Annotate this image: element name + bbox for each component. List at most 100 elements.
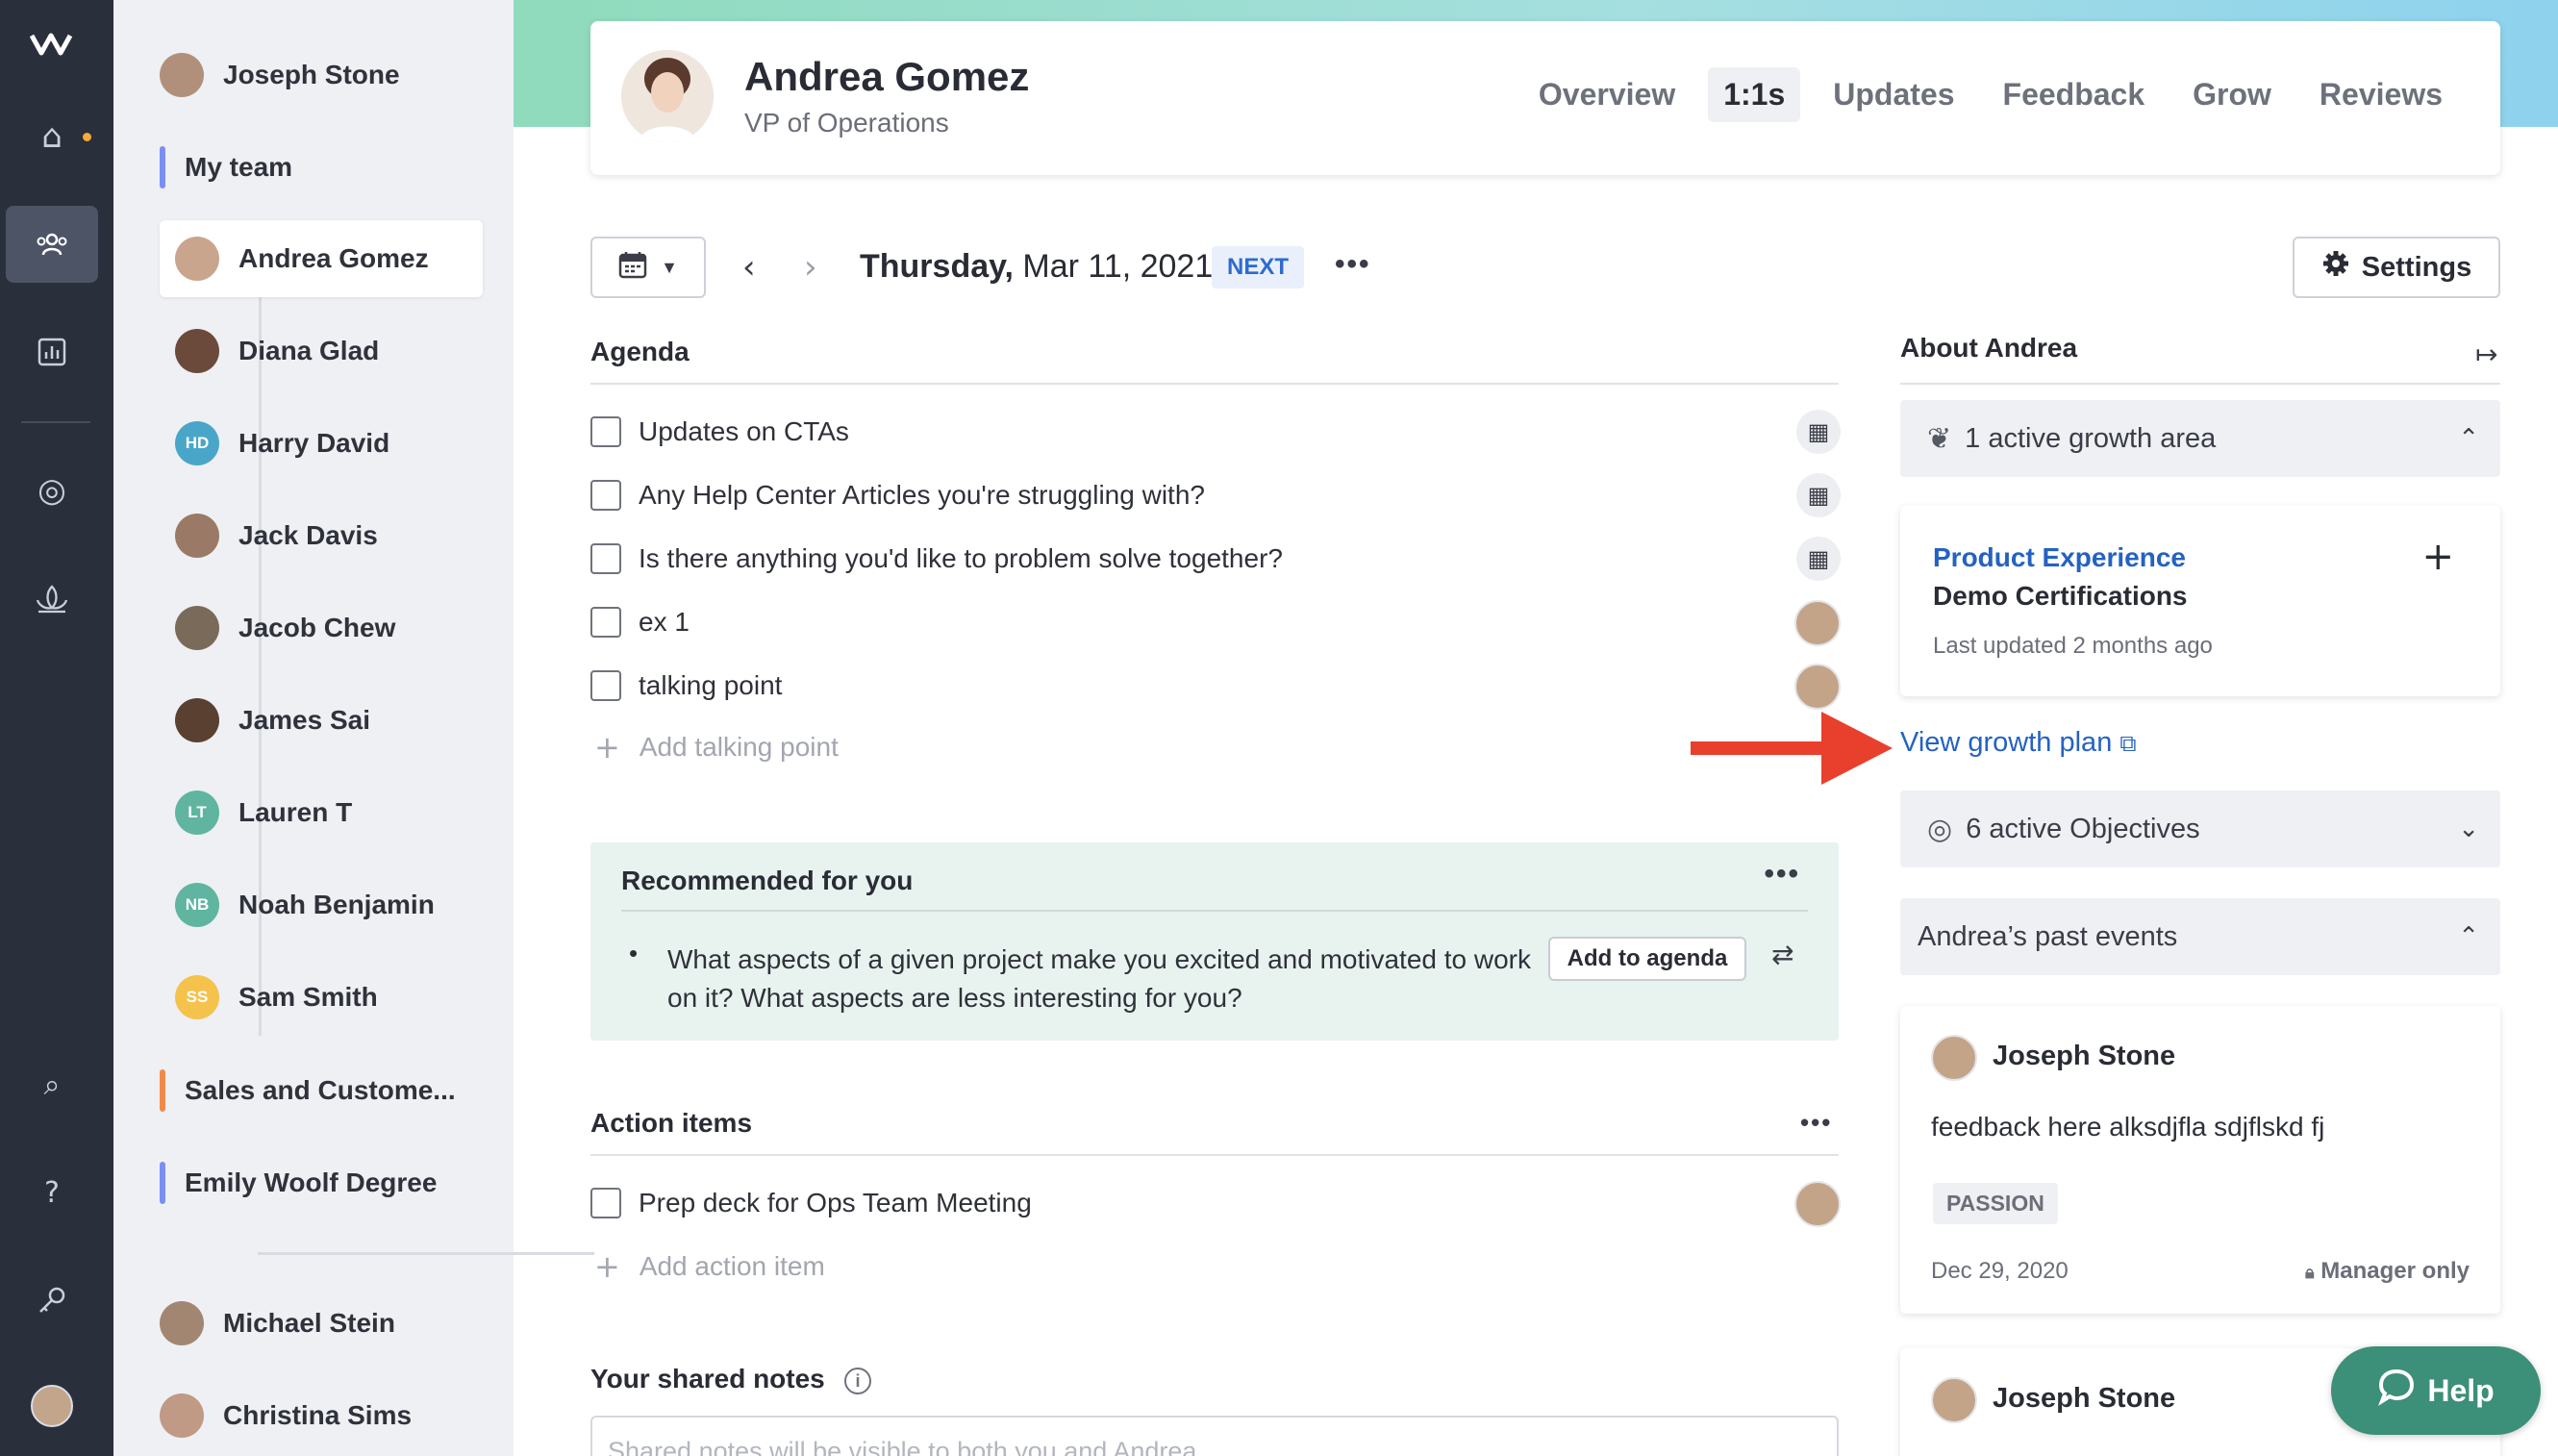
agenda-checkbox[interactable] (590, 670, 621, 701)
add-to-agenda-button[interactable]: Add to agenda (1548, 937, 1746, 981)
avatar (175, 237, 219, 281)
sidebar-item-team-member[interactable]: SS Sam Smith (113, 963, 514, 1032)
agenda-checkbox[interactable] (590, 416, 621, 447)
sidebar-item-label: Noah Benjamin (238, 890, 435, 919)
agenda-item[interactable]: talking point (590, 662, 1841, 710)
growth-area-header: 1 active growth area (1965, 422, 2217, 454)
tab-grow[interactable]: Grow (2177, 67, 2287, 122)
add-growth-button[interactable]: + (2421, 535, 2454, 579)
sidebar-item-sales-group[interactable]: Sales and Custome... (113, 1056, 514, 1125)
agenda-item[interactable]: Updates on CTAs ▦ (590, 408, 1841, 456)
agenda-item-text: ex 1 (639, 607, 690, 637)
sidebar-item-my-team[interactable]: My team (113, 133, 514, 202)
sidebar-item-label: Emily Woolf Degree (185, 1167, 438, 1197)
sidebar-item-team-member[interactable]: Jack Davis (113, 501, 514, 570)
growth-updated: Last updated 2 months ago (1933, 633, 2213, 659)
company-icon: ▦ (1796, 473, 1841, 517)
sidebar-item-team-member[interactable]: LT Lauren T (113, 778, 514, 847)
add-talking-point-button[interactable]: + Add talking point (590, 729, 839, 766)
sidebar-divider (258, 1252, 594, 1255)
tab-reviews[interactable]: Reviews (2304, 67, 2458, 122)
sidebar-item-team-member[interactable]: HD Harry David (113, 409, 514, 478)
sidebar-item-team-member[interactable]: NB Noah Benjamin (113, 870, 514, 940)
sidebar-item-christina-sims[interactable]: Christina Sims (113, 1381, 514, 1450)
key-icon[interactable] (6, 1262, 98, 1339)
next-date-button[interactable]: › (804, 248, 817, 287)
analytics-icon[interactable] (6, 314, 98, 390)
past-events-accordion[interactable]: Andrea’s past events ⌃ (1900, 898, 2500, 975)
recommended-more-button[interactable]: ••• (1764, 858, 1800, 891)
sidebar-item-team-member[interactable]: Andrea Gomez (113, 224, 514, 293)
shared-notes-input[interactable]: Shared notes will be visible to both you… (590, 1416, 1839, 1456)
sidebar-item-label: Jacob Chew (238, 613, 396, 642)
help-button[interactable]: Help (2331, 1346, 2541, 1435)
growth-area-accordion[interactable]: ❦ 1 active growth area ⌃ (1900, 400, 2500, 477)
action-items-more-button[interactable]: ••• (1800, 1108, 1832, 1138)
tab-updates[interactable]: Updates (1818, 67, 1969, 122)
avatar (160, 1393, 204, 1438)
growth-category[interactable]: Product Experience (1933, 542, 2186, 573)
tab-feedback[interactable]: Feedback (1988, 67, 2161, 122)
refresh-icon[interactable]: ⇄ (1771, 939, 1793, 970)
avatar (1794, 664, 1841, 710)
profile-name: Andrea Gomez (744, 54, 1030, 99)
annotation-arrow (1691, 712, 1893, 785)
tab-overview[interactable]: Overview (1523, 67, 1691, 122)
agenda-item-text: Is there anything you'd like to problem … (639, 543, 1283, 573)
add-talking-point-label: Add talking point (639, 732, 839, 762)
avatar: LT (175, 791, 219, 835)
help-icon[interactable]: ? (6, 1154, 98, 1231)
sidebar-item-team-member[interactable]: Jacob Chew (113, 593, 514, 663)
about-divider (1900, 383, 2500, 385)
collapse-panel-icon[interactable]: ↦ (2475, 339, 2497, 370)
external-link-icon: ⧉ (2119, 730, 2137, 757)
agenda-checkbox[interactable] (590, 480, 621, 511)
sidebar-item-me[interactable]: Joseph Stone (113, 40, 514, 110)
user-avatar[interactable] (31, 1385, 73, 1427)
growth-icon[interactable] (6, 560, 98, 637)
agenda-item-text: talking point (639, 670, 783, 700)
settings-button[interactable]: Settings (2293, 237, 2500, 298)
more-options-button[interactable]: ••• (1335, 248, 1371, 281)
help-label: Help (2427, 1372, 2495, 1408)
event-author: Joseph Stone (1993, 1041, 2176, 1071)
event-card[interactable]: Joseph Stone feedback here alksdjfla sdj… (1900, 1006, 2500, 1314)
calendar-button[interactable]: ▼ (590, 237, 706, 298)
team-icon[interactable] (6, 206, 98, 283)
view-growth-plan-link[interactable]: View growth plan ⧉ (1900, 727, 2137, 759)
agenda-item[interactable]: Any Help Center Articles you're struggli… (590, 471, 1841, 519)
about-title: About Andrea (1900, 333, 2078, 363)
settings-label: Settings (2361, 251, 2472, 283)
avatar (160, 1301, 204, 1345)
add-action-item-button[interactable]: + Add action item (590, 1248, 825, 1285)
tab-one-on-ones[interactable]: 1:1s (1708, 67, 1801, 122)
agenda-title: Agenda (590, 337, 690, 366)
action-items-divider (590, 1154, 1839, 1156)
agenda-item-text: Any Help Center Articles you're struggli… (639, 480, 1205, 510)
sidebar-item-team-member[interactable]: Diana Glad (113, 316, 514, 386)
logo-icon[interactable] (6, 6, 98, 83)
chevron-down-icon: ⌄ (2458, 815, 2479, 843)
agenda-item[interactable]: ex 1 (590, 598, 1841, 646)
objectives-icon[interactable]: ◎ (6, 452, 98, 529)
sidebar-item-emily-group[interactable]: Emily Woolf Degree (113, 1148, 514, 1218)
group-color-bar (160, 1162, 165, 1204)
previous-date-button[interactable]: ‹ (742, 248, 756, 287)
growth-card[interactable]: Product Experience Demo Certifications L… (1900, 506, 2500, 696)
agenda-checkbox[interactable] (590, 607, 621, 638)
agenda-checkbox[interactable] (590, 543, 621, 574)
sidebar-item-michael-stein[interactable]: Michael Stein (113, 1289, 514, 1358)
info-icon[interactable]: i (844, 1368, 871, 1394)
sidebar-item-team-member[interactable]: James Sai (113, 686, 514, 755)
agenda-item[interactable]: Is there anything you'd like to problem … (590, 535, 1841, 583)
action-item[interactable]: Prep deck for Ops Team Meeting (590, 1179, 1841, 1227)
search-icon[interactable]: ⌕ (6, 1046, 98, 1123)
rail-divider (21, 421, 90, 423)
avatar (175, 329, 219, 373)
chevron-down-icon: ▼ (661, 257, 678, 277)
event-text: feedback here alksdjfla sdjflskd fj (1931, 1112, 2325, 1142)
objectives-accordion[interactable]: ◎ 6 active Objectives ⌄ (1900, 791, 2500, 867)
profile-card: Andrea Gomez VP of Operations Overview 1… (590, 21, 2500, 175)
plus-icon: + (594, 1248, 620, 1285)
action-item-checkbox[interactable] (590, 1188, 621, 1218)
